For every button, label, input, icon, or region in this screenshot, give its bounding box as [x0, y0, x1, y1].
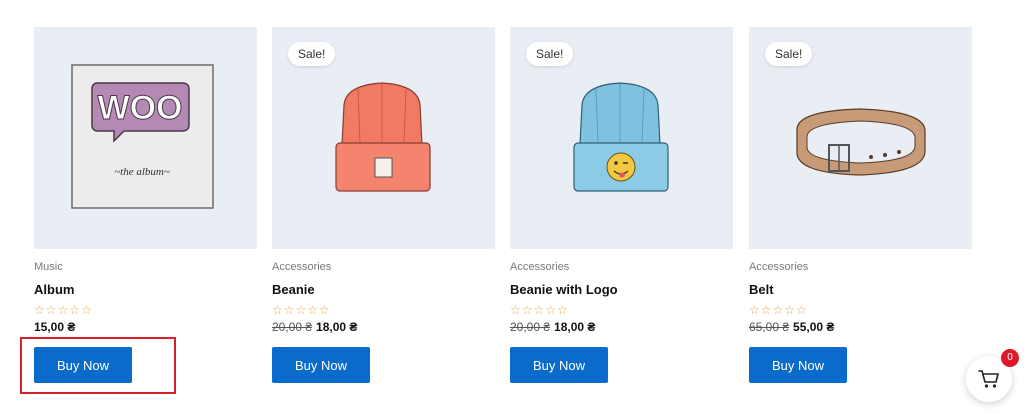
buy-now-button[interactable]: Buy Now	[510, 347, 608, 383]
product-category[interactable]: Accessories	[272, 261, 331, 273]
svg-text:WOO: WOO	[98, 89, 183, 127]
product-card-beanie-with-logo: Sale! Accessories Beanie with Logo ☆☆☆☆☆…	[510, 27, 733, 383]
cart-icon	[978, 370, 999, 388]
product-price: 20,00 ₴ 18,00 ₴	[510, 320, 595, 334]
product-image-beanie[interactable]: Sale!	[272, 27, 495, 249]
svg-text:~the album~: ~the album~	[114, 166, 170, 178]
sale-badge: Sale!	[526, 42, 574, 66]
product-category[interactable]: Music	[34, 261, 63, 273]
buy-now-button[interactable]: Buy Now	[272, 347, 370, 383]
cart-count-badge: 0	[1001, 349, 1019, 367]
product-price: 20,00 ₴ 18,00 ₴	[272, 320, 357, 334]
star-rating: ☆☆☆☆☆	[749, 303, 808, 317]
product-card-album: WOO ~the album~ Music Album ☆☆☆☆☆ 15,00 …	[34, 27, 257, 383]
product-category[interactable]: Accessories	[749, 261, 808, 273]
star-rating: ☆☆☆☆☆	[272, 303, 331, 317]
current-price: 15,00 ₴	[34, 320, 76, 334]
product-title[interactable]: Album	[34, 282, 74, 297]
current-price: 55,00 ₴	[793, 320, 835, 334]
sale-badge: Sale!	[765, 42, 813, 66]
product-price: 15,00 ₴	[34, 320, 75, 334]
original-price: 20,00 ₴	[510, 320, 551, 334]
sale-badge: Sale!	[288, 42, 336, 66]
star-rating: ☆☆☆☆☆	[34, 303, 93, 317]
buy-now-button[interactable]: Buy Now	[34, 347, 132, 383]
product-title[interactable]: Beanie with Logo	[510, 282, 618, 297]
product-image-belt[interactable]: Sale!	[749, 27, 972, 249]
product-price: 65,00 ₴ 55,00 ₴	[749, 320, 834, 334]
product-image-beanie-with-logo[interactable]: Sale!	[510, 27, 733, 249]
product-title[interactable]: Belt	[749, 282, 774, 297]
original-price: 65,00 ₴	[749, 320, 790, 334]
product-title[interactable]: Beanie	[272, 282, 315, 297]
original-price: 20,00 ₴	[272, 320, 313, 334]
product-category[interactable]: Accessories	[510, 261, 569, 273]
product-card-beanie: Sale! Accessories Beanie ☆☆☆☆☆ 20,00 ₴ 18…	[272, 27, 495, 383]
album-cover-art: WOO ~the album~	[71, 64, 214, 209]
product-image-album[interactable]: WOO ~the album~	[34, 27, 257, 249]
buy-now-button[interactable]: Buy Now	[749, 347, 847, 383]
product-card-belt: Sale! Accessories Belt ☆☆☆☆☆ 65,00 ₴ 55,0…	[749, 27, 972, 383]
product-grid: WOO ~the album~ Music Album ☆☆☆☆☆ 15,00 …	[0, 0, 1024, 414]
current-price: 18,00 ₴	[554, 320, 596, 334]
star-rating: ☆☆☆☆☆	[510, 303, 569, 317]
current-price: 18,00 ₴	[316, 320, 358, 334]
